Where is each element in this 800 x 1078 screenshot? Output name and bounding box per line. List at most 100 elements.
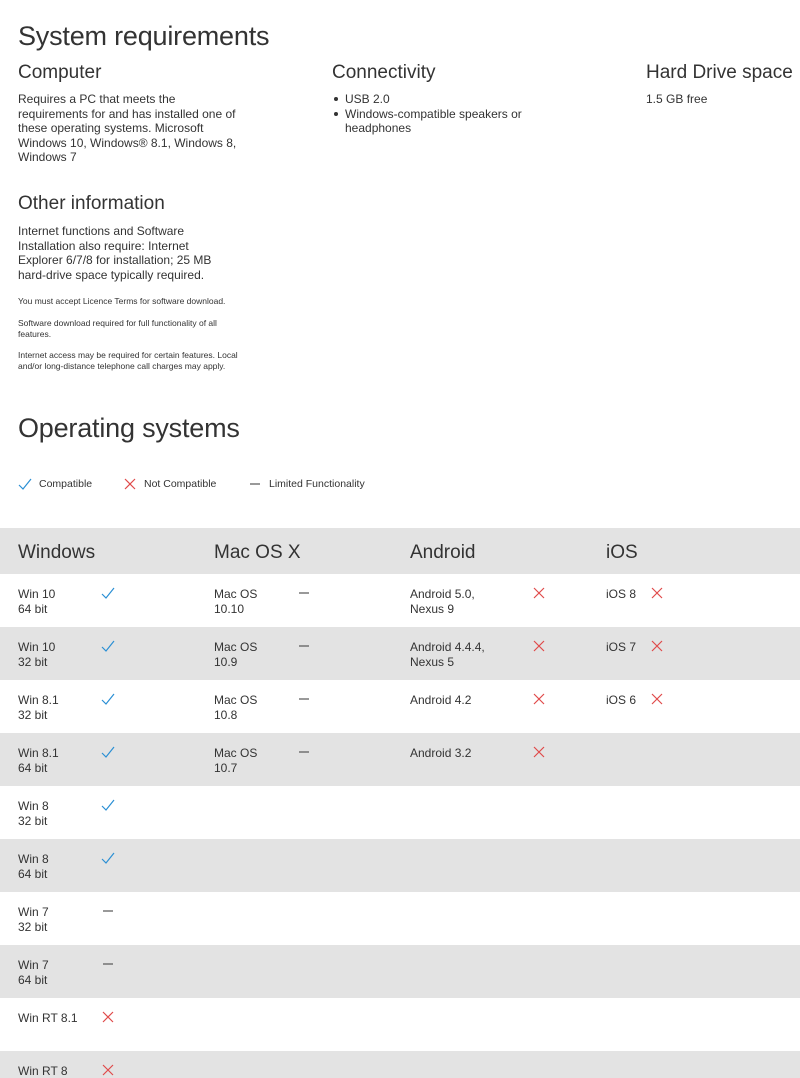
mac-version-name: Mac OS [214, 587, 258, 601]
android-version-label: Android 4.2 [410, 693, 471, 708]
check-icon [18, 478, 32, 490]
connectivity-item: USB 2.0 [332, 92, 532, 107]
legend-compatible: Compatible [18, 477, 92, 491]
cross-icon [533, 693, 545, 705]
column-mac: Mac OS X [214, 542, 301, 563]
table-row: Win 7 32 bit [0, 892, 800, 945]
windows-version-detail: 32 bit [18, 919, 48, 934]
windows-version-name: Win RT 8.1 [18, 1011, 78, 1025]
android-version-name: Android 5.0, [410, 587, 475, 601]
android-version-label: Android 3.2 [410, 746, 471, 761]
licence-note: You must accept Licence Terms for softwa… [18, 296, 226, 306]
cross-icon [533, 587, 545, 599]
mac-version-detail: 10.10 [214, 601, 245, 616]
connectivity-list: USB 2.0 Windows-compatible speakers or h… [332, 92, 532, 136]
windows-version-name: Win 10 [18, 640, 56, 654]
table-row: Win 7 64 bit [0, 945, 800, 998]
android-version-name: Android 3.2 [410, 746, 472, 760]
mac-version-detail: 10.7 [214, 760, 238, 775]
mac-version-label: Mac OS 10.9 [214, 640, 257, 669]
windows-version-label: Win 10 64 bit [18, 587, 55, 616]
ios-version-label: iOS 8 [606, 587, 636, 602]
ios-version-name: iOS 7 [606, 640, 637, 654]
windows-version-detail: 32 bit [18, 707, 48, 722]
windows-version-label: Win 10 32 bit [18, 640, 55, 669]
computer-text: Requires a PC that meets the requirement… [18, 92, 237, 164]
internet-note: Internet access may be required for cert… [18, 350, 238, 371]
mac-version-label: Mac OS 10.10 [214, 587, 257, 616]
windows-version-detail: 64 bit [18, 972, 48, 987]
column-ios: iOS [606, 542, 638, 563]
windows-version-name: Win 10 [18, 587, 56, 601]
dash-icon [103, 910, 113, 912]
windows-version-label: Win 8 32 bit [18, 799, 49, 828]
table-row: Win 8 64 bit [0, 839, 800, 892]
legend-not-compatible-label: Not Compatible [144, 478, 217, 490]
column-android: Android [410, 542, 476, 563]
windows-version-label: Win 7 64 bit [18, 958, 49, 987]
windows-version-label: Win RT 8 [18, 1064, 68, 1078]
ios-version-label: iOS 6 [606, 693, 636, 708]
android-version-name: Android 4.4.4, [410, 640, 485, 654]
windows-version-detail: 32 bit [18, 813, 48, 828]
legend-limited-label: Limited Functionality [269, 478, 365, 490]
windows-version-label: Win 8 64 bit [18, 852, 49, 881]
windows-version-label: Win 8.1 64 bit [18, 746, 59, 775]
dash-icon [299, 645, 309, 647]
android-version-label: Android 4.4.4, Nexus 5 [410, 640, 485, 669]
legend-not-compatible: Not Compatible [123, 477, 216, 491]
mac-version-label: Mac OS 10.8 [214, 693, 257, 722]
check-icon [101, 587, 115, 599]
windows-version-detail: 64 bit [18, 866, 48, 881]
windows-version-label: Win 8.1 32 bit [18, 693, 59, 722]
windows-version-name: Win RT 8 [18, 1064, 68, 1078]
check-icon [101, 640, 115, 652]
table-row: Win RT 8.1 [0, 998, 800, 1051]
os-heading: Operating systems [18, 413, 240, 443]
dash-icon [299, 698, 309, 700]
table-row: Win RT 8 [0, 1051, 800, 1078]
windows-version-label: Win 7 32 bit [18, 905, 49, 934]
table-row: Win 8.1 32 bit Mac OS 10.8 Android 4.2 iOS 6 [0, 680, 800, 733]
cross-icon [651, 693, 663, 705]
cross-icon [124, 478, 136, 490]
connectivity-item: Windows-compatible speakers or headphone… [332, 107, 532, 136]
dash-icon [299, 592, 309, 594]
legend-limited: Limited Functionality [248, 477, 365, 491]
cross-icon [533, 746, 545, 758]
computer-heading: Computer [18, 62, 102, 83]
cross-icon [651, 640, 663, 652]
hard-drive-text: 1.5 GB free [646, 92, 708, 106]
other-info-heading: Other information [18, 193, 165, 214]
android-version-detail: Nexus 5 [410, 654, 455, 669]
check-icon [101, 746, 115, 758]
legend-compatible-label: Compatible [39, 478, 93, 490]
table-row: Win 8 32 bit [0, 786, 800, 839]
mac-version-name: Mac OS [214, 693, 258, 707]
ios-version-name: iOS 6 [606, 693, 637, 707]
dash-icon [299, 751, 309, 753]
windows-version-name: Win 8 [18, 799, 49, 813]
dash-icon [250, 483, 260, 485]
connectivity-heading: Connectivity [332, 62, 436, 83]
windows-version-name: Win 7 [18, 905, 49, 919]
cross-icon [102, 1064, 114, 1076]
windows-version-detail: 32 bit [18, 654, 48, 669]
windows-version-label: Win RT 8.1 [18, 1011, 78, 1026]
table-row: Win 10 32 bit Mac OS 10.9 Android 4.4.4, Nexu… [0, 627, 800, 680]
page-title: System requirements [18, 21, 270, 51]
windows-version-name: Win 8 [18, 852, 49, 866]
cross-icon [651, 587, 663, 599]
dash-icon [103, 963, 113, 965]
hard-drive-heading: Hard Drive space [646, 62, 793, 83]
mac-version-detail: 10.9 [214, 654, 238, 669]
cross-icon [102, 1011, 114, 1023]
mac-version-detail: 10.8 [214, 707, 238, 722]
cross-icon [533, 640, 545, 652]
ios-version-label: iOS 7 [606, 640, 636, 655]
download-note: Software download required for full func… [18, 318, 217, 339]
column-windows: Windows [18, 542, 96, 563]
mac-version-name: Mac OS [214, 640, 258, 654]
check-icon [101, 852, 115, 864]
windows-version-detail: 64 bit [18, 760, 48, 775]
